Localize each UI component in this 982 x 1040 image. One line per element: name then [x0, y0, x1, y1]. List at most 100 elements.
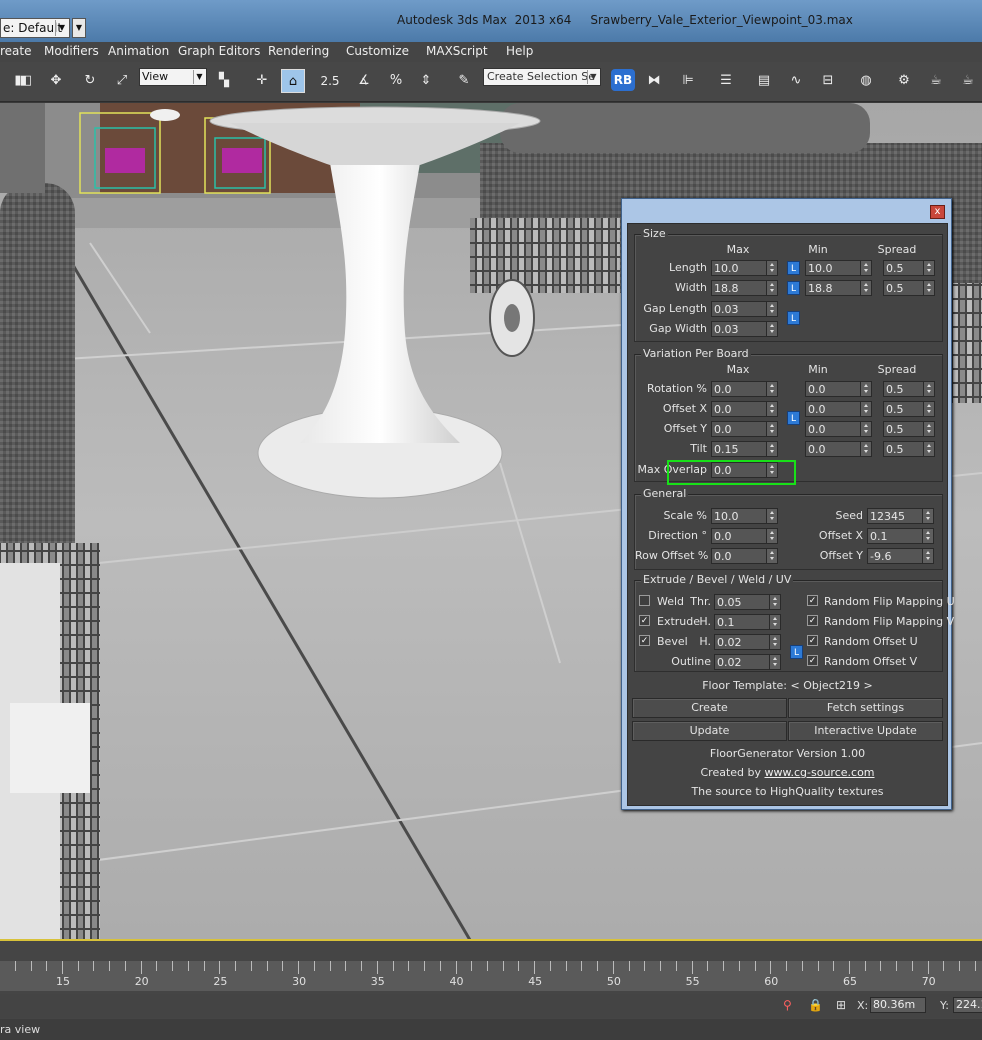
offset-lock-button[interactable]: L [787, 411, 800, 425]
keyboard-shortcut-override-icon[interactable]: ⌂ [281, 69, 305, 93]
track-bar[interactable]: 15 20 25 30 35 40 45 50 55 60 65 70 [0, 961, 982, 991]
workspace-combo[interactable]: e: Default ▼ [0, 18, 70, 38]
spinner-arrows-icon[interactable] [766, 422, 777, 436]
select-region-icon[interactable]: ◧ [14, 69, 38, 93]
y-coordinate-field[interactable]: 224.1 [953, 997, 982, 1013]
create-button[interactable]: Create [632, 698, 787, 718]
length-lock-button[interactable]: L [787, 261, 800, 275]
offset-x-spread-spinner[interactable]: 0.5 [883, 401, 935, 417]
gap-length-spinner[interactable]: 0.03 [711, 301, 778, 317]
gap-width-spinner[interactable]: 0.03 [711, 321, 778, 337]
close-button[interactable]: x [930, 205, 945, 219]
cg-source-link[interactable]: www.cg-source.com [765, 766, 875, 779]
direction-spinner[interactable]: 0.0 [711, 528, 778, 544]
offset-u-checkbox[interactable]: ✓ [807, 635, 818, 646]
chevron-down-icon[interactable]: ▼ [193, 70, 205, 84]
update-button[interactable]: Update [632, 721, 787, 741]
snap-toggle-icon[interactable]: 2.5 [318, 69, 342, 93]
spinner-arrows-icon[interactable] [766, 529, 777, 543]
quick-access-dropdown-icon[interactable]: ▼ [72, 18, 86, 38]
tilt-spread-spinner[interactable]: 0.5 [883, 441, 935, 457]
menu-rendering[interactable]: Rendering [268, 44, 329, 58]
spinner-arrows-icon[interactable] [769, 635, 780, 649]
length-min-spinner[interactable]: 10.0 [805, 260, 872, 276]
menu-graph-editors[interactable]: Graph Editors [178, 44, 260, 58]
interactive-update-button[interactable]: Interactive Update [788, 721, 943, 741]
spinner-arrows-icon[interactable] [923, 382, 934, 396]
width-max-spinner[interactable]: 18.8 [711, 280, 778, 296]
spinner-arrows-icon[interactable] [769, 615, 780, 629]
rb-button[interactable]: RB [611, 69, 635, 91]
pivot-icon[interactable]: ▚ [212, 69, 236, 93]
chevron-down-icon[interactable]: ▼ [587, 70, 599, 84]
spinner-arrows-icon[interactable] [769, 595, 780, 609]
curve-editor-icon[interactable]: ∿ [784, 69, 808, 93]
spinner-arrows-icon[interactable] [766, 549, 777, 563]
spinner-arrows-icon[interactable] [766, 509, 777, 523]
lock-icon[interactable]: 🔒 [808, 998, 823, 1012]
spinner-arrows-icon[interactable] [766, 302, 777, 316]
selection-lock-icon[interactable]: ⚲ [783, 998, 792, 1012]
spinner-arrows-icon[interactable] [860, 422, 871, 436]
spinner-arrows-icon[interactable] [766, 281, 777, 295]
offset-y-min-spinner[interactable]: 0.0 [805, 421, 872, 437]
absolute-mode-icon[interactable]: ⊞ [836, 998, 846, 1012]
mirror-icon[interactable]: ⧓ [642, 69, 666, 93]
spinner-arrows-icon[interactable] [860, 402, 871, 416]
material-editor-icon[interactable]: ◍ [854, 69, 878, 93]
spinner-arrows-icon[interactable] [860, 382, 871, 396]
bevel-spinner[interactable]: 0.02 [714, 634, 781, 650]
tilt-min-spinner[interactable]: 0.0 [805, 441, 872, 457]
menu-maxscript[interactable]: MAXScript [426, 44, 488, 58]
row-offset-spinner[interactable]: 0.0 [711, 548, 778, 564]
move-icon[interactable]: ✥ [44, 69, 68, 93]
spinner-arrows-icon[interactable] [922, 509, 933, 523]
schematic-view-icon[interactable]: ⊟ [816, 69, 840, 93]
edit-named-selection-icon[interactable]: ✎ [452, 69, 476, 93]
spinner-arrows-icon[interactable] [860, 261, 871, 275]
extrude-checkbox[interactable]: ✓ [639, 615, 650, 626]
tilt-max-spinner[interactable]: 0.15 [711, 441, 778, 457]
offset-v-checkbox[interactable]: ✓ [807, 655, 818, 666]
spinner-arrows-icon[interactable] [923, 442, 934, 456]
fetch-settings-button[interactable]: Fetch settings [788, 698, 943, 718]
spinner-arrows-icon[interactable] [766, 442, 777, 456]
spinner-arrows-icon[interactable] [923, 261, 934, 275]
menu-help[interactable]: Help [506, 44, 533, 58]
spinner-snap-icon[interactable]: ⇕ [414, 69, 438, 93]
width-spread-spinner[interactable]: 0.5 [883, 280, 935, 296]
chevron-down-icon[interactable]: ▼ [55, 20, 68, 36]
layer-manager-icon[interactable]: ☰ [714, 69, 738, 93]
spinner-arrows-icon[interactable] [923, 402, 934, 416]
menu-modifiers[interactable]: Modifiers [44, 44, 99, 58]
rendered-frame-icon[interactable]: ☕ [924, 69, 948, 93]
outline-spinner[interactable]: 0.02 [714, 654, 781, 670]
align-icon[interactable]: ⊫ [676, 69, 700, 93]
general-offset-x-spinner[interactable]: 0.1 [867, 528, 934, 544]
spinner-arrows-icon[interactable] [860, 281, 871, 295]
offset-y-spread-spinner[interactable]: 0.5 [883, 421, 935, 437]
spinner-arrows-icon[interactable] [923, 422, 934, 436]
percent-snap-icon[interactable]: % [384, 69, 408, 93]
angle-snap-icon[interactable]: ∡ [352, 69, 376, 93]
offset-x-max-spinner[interactable]: 0.0 [711, 401, 778, 417]
menu-customize[interactable]: Customize [346, 44, 409, 58]
width-min-spinner[interactable]: 18.8 [805, 280, 872, 296]
spinner-arrows-icon[interactable] [766, 382, 777, 396]
reference-coordinate-combo[interactable]: View ▼ [139, 68, 207, 86]
render-setup-icon[interactable]: ⚙ [892, 69, 916, 93]
spinner-arrows-icon[interactable] [922, 549, 933, 563]
x-coordinate-field[interactable]: 80.36m [870, 997, 926, 1013]
width-lock-button[interactable]: L [787, 281, 800, 295]
flip-u-checkbox[interactable]: ✓ [807, 595, 818, 606]
bevel-checkbox[interactable]: ✓ [639, 635, 650, 646]
scale-spinner[interactable]: 10.0 [711, 508, 778, 524]
extrude-spinner[interactable]: 0.1 [714, 614, 781, 630]
spinner-arrows-icon[interactable] [766, 402, 777, 416]
spinner-arrows-icon[interactable] [923, 281, 934, 295]
flip-v-checkbox[interactable]: ✓ [807, 615, 818, 626]
menu-animation[interactable]: Animation [108, 44, 169, 58]
scene-explorer-icon[interactable]: ▤ [752, 69, 776, 93]
spinner-arrows-icon[interactable] [860, 442, 871, 456]
spinner-arrows-icon[interactable] [769, 655, 780, 669]
